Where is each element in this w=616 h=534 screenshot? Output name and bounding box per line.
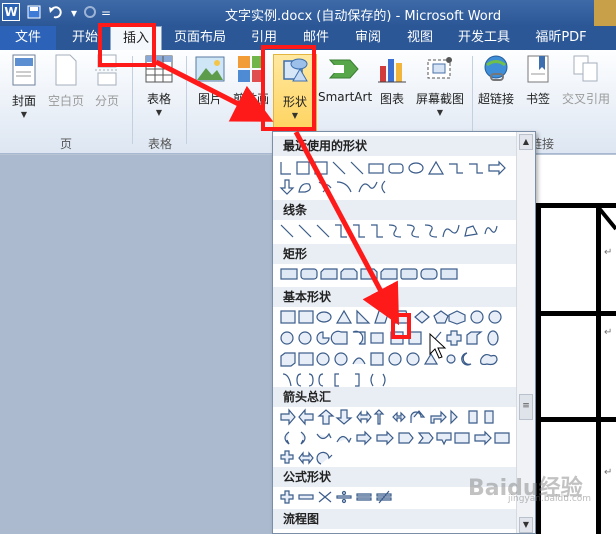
annotation-arrows (154, 59, 447, 359)
arrow-to-shapes (154, 59, 274, 122)
arrow-to-shape-item (293, 130, 400, 326)
mouse-pointer-icon (429, 332, 447, 359)
baidu-watermark-url: jingyan.baidu.com (508, 494, 592, 504)
